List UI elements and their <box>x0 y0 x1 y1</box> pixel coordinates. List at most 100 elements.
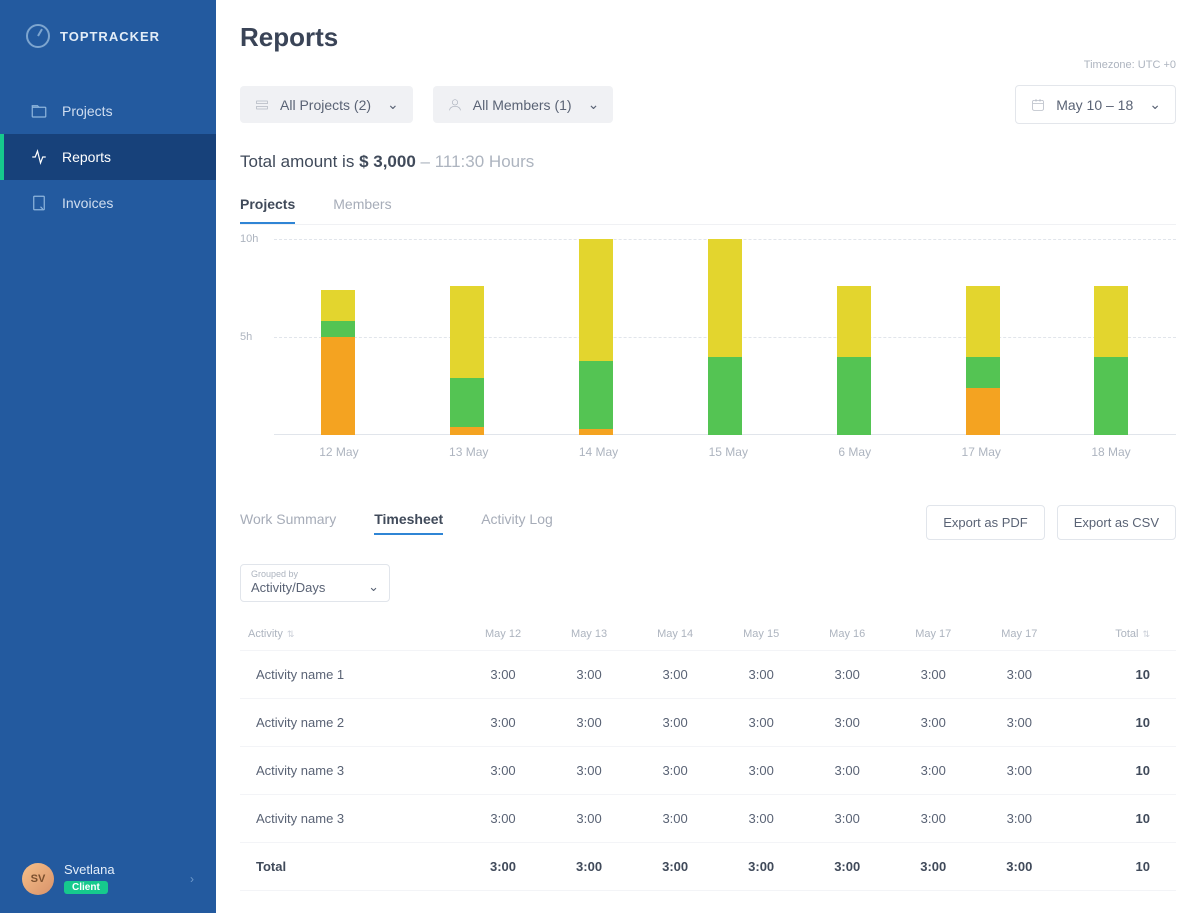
bar-column <box>450 239 484 435</box>
cell: 3:00 <box>718 795 804 843</box>
x-tick: 18 May <box>1091 445 1130 459</box>
cell: 3:00 <box>632 795 718 843</box>
row-total: 10 <box>1062 747 1176 795</box>
table-header[interactable]: Total⇅ <box>1062 618 1176 651</box>
export-pdf-button[interactable]: Export as PDF <box>926 505 1045 540</box>
bar-segment-yellow <box>579 239 613 361</box>
table-header[interactable]: May 12 <box>460 618 546 651</box>
bar-segment-green <box>708 357 742 435</box>
table-header[interactable]: May 14 <box>632 618 718 651</box>
x-tick: 13 May <box>449 445 488 459</box>
bar-segment-yellow <box>966 286 1000 357</box>
brand-name: TOPTRACKER <box>60 29 160 44</box>
table-row: Activity name 33:003:003:003:003:003:003… <box>240 747 1176 795</box>
table-header[interactable]: May 13 <box>546 618 632 651</box>
cell: 3:00 <box>890 747 976 795</box>
bar-segment-yellow <box>1094 286 1128 357</box>
cell: 3:00 <box>718 699 804 747</box>
cell: 3:00 <box>804 747 890 795</box>
nav-item-projects[interactable]: Projects <box>0 88 216 134</box>
filter-date-label: May 10 – 18 <box>1056 97 1133 113</box>
x-tick: 6 May <box>838 445 871 459</box>
sidebar: TOPTRACKER Projects Reports Invoices SV Sv… <box>0 0 216 913</box>
cell: 3:00 <box>546 747 632 795</box>
subtab-members[interactable]: Members <box>333 196 391 224</box>
cell: 3:00 <box>460 747 546 795</box>
cell: 3:00 <box>546 699 632 747</box>
activity-icon <box>30 148 48 166</box>
bar-segment-orange <box>321 337 355 435</box>
bar-segment-green <box>1094 357 1128 435</box>
role-badge: Client <box>64 881 108 894</box>
cell: 3:00 <box>546 651 632 699</box>
sort-icon: ⇅ <box>287 629 295 639</box>
table-header[interactable]: May 15 <box>718 618 804 651</box>
x-tick: 12 May <box>319 445 358 459</box>
activity-name: Activity name 1 <box>240 651 460 699</box>
cell: 3:00 <box>890 843 976 891</box>
cell: 3:00 <box>460 651 546 699</box>
section-tabs-row: Work Summary Timesheet Activity Log Export… <box>240 505 1176 540</box>
x-tick: 17 May <box>962 445 1001 459</box>
bar-segment-green <box>450 378 484 427</box>
cell: 3:00 <box>632 699 718 747</box>
bar-column <box>837 239 871 435</box>
cell: 3:00 <box>632 843 718 891</box>
table-row: Activity name 23:003:003:003:003:003:003… <box>240 699 1176 747</box>
cell: 3:00 <box>804 699 890 747</box>
table-header[interactable]: May 16 <box>804 618 890 651</box>
nav-item-reports[interactable]: Reports <box>0 134 216 180</box>
cell: 3:00 <box>976 651 1062 699</box>
chevron-down-icon: ⌄ <box>387 96 399 113</box>
table-row: Activity name 33:003:003:003:003:003:003… <box>240 795 1176 843</box>
timezone-label: Timezone: UTC +0 <box>240 59 1176 71</box>
nav-item-invoices[interactable]: Invoices <box>0 180 216 226</box>
row-total: 10 <box>1062 843 1176 891</box>
nav-label: Reports <box>62 149 111 165</box>
bar-segment-yellow <box>450 286 484 378</box>
filter-members[interactable]: All Members (1) ⌄ <box>433 86 614 123</box>
section-tab-activity-log[interactable]: Activity Log <box>481 511 553 535</box>
filter-projects[interactable]: All Projects (2) ⌄ <box>240 86 413 123</box>
export-csv-button[interactable]: Export as CSV <box>1057 505 1176 540</box>
cell: 3:00 <box>804 843 890 891</box>
section-tab-work-summary[interactable]: Work Summary <box>240 511 336 535</box>
cell: 3:00 <box>718 651 804 699</box>
cell: 3:00 <box>976 795 1062 843</box>
bar-segment-yellow <box>321 290 355 321</box>
user-icon <box>447 97 463 113</box>
row-total: 10 <box>1062 699 1176 747</box>
cell: 3:00 <box>546 843 632 891</box>
x-tick: 15 May <box>709 445 748 459</box>
bar-column <box>708 239 742 435</box>
group-by-select[interactable]: Grouped by Activity/Days⌄ <box>240 564 390 602</box>
bar-column <box>579 239 613 435</box>
bar-column <box>1094 239 1128 435</box>
row-total: 10 <box>1062 651 1176 699</box>
table-header[interactable]: May 17 <box>890 618 976 651</box>
cell: 3:00 <box>632 747 718 795</box>
group-by-label: Grouped by <box>251 569 379 579</box>
nav-label: Projects <box>62 103 113 119</box>
brand-logo: TOPTRACKER <box>0 0 216 88</box>
calendar-icon <box>1030 97 1046 113</box>
filter-date-range[interactable]: May 10 – 18 ⌄ <box>1015 85 1176 124</box>
cell: 3:00 <box>976 699 1062 747</box>
avatar: SV <box>22 863 54 895</box>
invoice-icon <box>30 194 48 212</box>
cell: 3:00 <box>890 651 976 699</box>
y-tick: 10h <box>240 233 258 245</box>
chevron-right-icon: › <box>190 872 194 886</box>
table-row: Activity name 13:003:003:003:003:003:003… <box>240 651 1176 699</box>
section-tab-timesheet[interactable]: Timesheet <box>374 511 443 535</box>
table-header[interactable]: Activity⇅ <box>240 618 460 651</box>
nav-label: Invoices <box>62 195 113 211</box>
chevron-down-icon: ⌄ <box>368 579 379 595</box>
table-header[interactable]: May 17 <box>976 618 1062 651</box>
user-menu[interactable]: SV Svetlana Client › <box>0 844 216 913</box>
cell: 3:00 <box>890 795 976 843</box>
subtab-projects[interactable]: Projects <box>240 196 295 224</box>
bar-segment-green <box>579 361 613 430</box>
cell: 3:00 <box>718 747 804 795</box>
bar-segment-green <box>321 321 355 337</box>
